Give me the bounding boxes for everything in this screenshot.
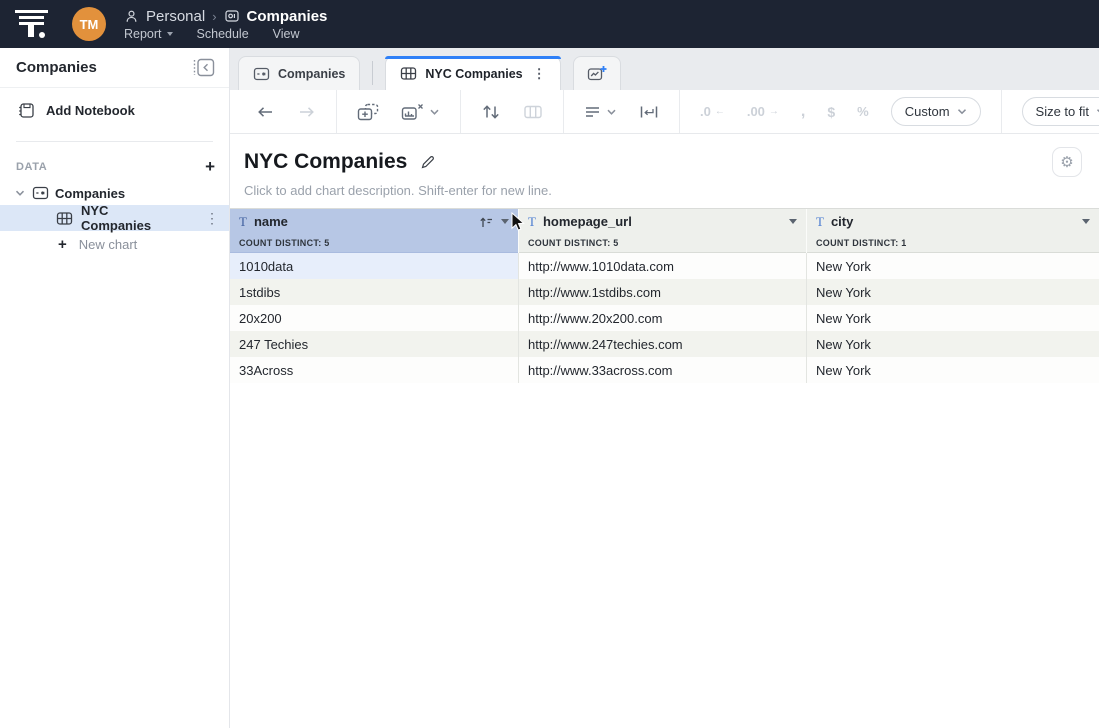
sidebar-title: Companies <box>16 59 97 76</box>
tab-nyc-companies[interactable]: NYC Companies ⋮ <box>385 56 560 90</box>
table-cell[interactable]: 20x200 <box>230 305 519 331</box>
chevron-down-icon <box>429 108 440 116</box>
table-row: 33Across http://www.33across.com New Yor… <box>230 357 1099 383</box>
table-icon <box>400 66 417 81</box>
add-chart-icon <box>587 65 607 83</box>
duplicate-step-button[interactable] <box>357 103 379 121</box>
text-type-icon: T <box>239 214 247 230</box>
increase-decimal-button[interactable]: .00→ <box>747 105 779 118</box>
table-cell[interactable]: 1stdibs <box>230 279 519 305</box>
new-chart-button[interactable]: + New chart <box>0 231 229 257</box>
remove-chart-button[interactable] <box>401 103 440 121</box>
tab-companies[interactable]: Companies <box>238 56 360 90</box>
table-row: 1stdibs http://www.1stdibs.com New York <box>230 279 1099 305</box>
undo-button[interactable] <box>256 104 275 120</box>
menu-view[interactable]: View <box>273 27 300 41</box>
edit-pencil-icon[interactable] <box>420 154 436 170</box>
currency-format-button[interactable]: $ <box>827 105 835 119</box>
data-section-label: DATA <box>16 161 47 173</box>
sidebar-item-companies[interactable]: Companies <box>0 181 229 205</box>
toolbar: .0← .00→ , $ % Custom <box>230 90 1099 134</box>
sidebar: Companies Add Notebo <box>0 48 230 728</box>
column-header-name[interactable]: T name <box>230 209 519 253</box>
chevron-down-icon <box>167 32 173 36</box>
sort-button[interactable] <box>481 103 501 121</box>
chart-canvas: ⚙ NYC Companies Click to add chart descr… <box>230 134 1099 728</box>
table-row: 20x200 http://www.20x200.com New York <box>230 305 1099 331</box>
size-to-fit-dropdown[interactable]: Size to fit <box>1022 97 1099 126</box>
tab-bar: Companies NYC Companies ⋮ <box>230 48 1099 90</box>
add-notebook-button[interactable]: Add Notebook <box>0 88 229 131</box>
table-cell[interactable]: New York <box>807 305 1099 331</box>
percent-format-button[interactable]: % <box>857 105 869 118</box>
plus-icon: + <box>58 236 67 253</box>
column-header-city[interactable]: T city COUNT DISTINCT: 1 <box>807 209 1099 253</box>
tab-menu-icon[interactable]: ⋮ <box>531 66 546 82</box>
menu-schedule[interactable]: Schedule <box>197 27 249 41</box>
table-cell[interactable]: 1010data <box>230 253 519 279</box>
table-cell[interactable]: New York <box>807 357 1099 383</box>
topbar-menu: Report Schedule View <box>124 27 327 41</box>
avatar[interactable]: TM <box>72 7 106 41</box>
add-chart-tab[interactable] <box>573 56 621 90</box>
column-summary: COUNT DISTINCT: 1 <box>807 234 1099 253</box>
trevor-logo-icon[interactable] <box>14 9 50 39</box>
sort-ascending-icon[interactable] <box>479 216 494 228</box>
wrap-text-button[interactable] <box>639 104 659 120</box>
chevron-down-icon <box>957 108 967 115</box>
app-window: TM Personal › Companies R <box>0 0 1099 728</box>
table-cell[interactable]: New York <box>807 279 1099 305</box>
person-icon <box>124 9 139 24</box>
column-menu-caret-icon[interactable] <box>1082 219 1090 224</box>
column-summary: COUNT DISTINCT: 5 <box>519 234 806 253</box>
report-icon <box>253 66 270 82</box>
table-cell[interactable]: 247 Techies <box>230 331 519 357</box>
table-row: 1010data http://www.1010data.com New Yor… <box>230 253 1099 279</box>
custom-format-dropdown[interactable]: Custom <box>891 97 981 126</box>
table-header-row: T name <box>230 209 1099 253</box>
column-menu-caret-icon[interactable] <box>789 219 797 224</box>
menu-report[interactable]: Report <box>124 27 173 41</box>
collapse-sidebar-button[interactable] <box>191 56 217 79</box>
table-cell[interactable]: New York <box>807 331 1099 357</box>
notebook-icon <box>18 102 35 119</box>
table-cell[interactable]: http://www.1stdibs.com <box>519 279 807 305</box>
chevron-down-icon <box>606 108 617 116</box>
settings-button[interactable]: ⚙ <box>1052 147 1082 177</box>
table-cell[interactable]: http://www.20x200.com <box>519 305 807 331</box>
page-title[interactable]: NYC Companies <box>244 150 407 174</box>
table-row: 247 Techies http://www.247techies.com Ne… <box>230 331 1099 357</box>
text-type-icon: T <box>816 214 824 230</box>
tab-separator <box>372 61 373 85</box>
column-summary: COUNT DISTINCT: 5 <box>230 234 518 253</box>
datasource-icon <box>224 8 240 24</box>
add-data-button[interactable]: + <box>205 158 215 175</box>
breadcrumb: Personal › Companies <box>124 8 327 25</box>
breadcrumb-project[interactable]: Companies <box>247 8 328 25</box>
column-menu-caret-icon[interactable] <box>501 219 509 224</box>
table-icon <box>56 211 73 226</box>
align-button[interactable] <box>584 105 617 119</box>
kebab-menu-icon[interactable]: ⋮ <box>195 210 229 227</box>
table-cell[interactable]: http://www.247techies.com <box>519 331 807 357</box>
breadcrumb-workspace[interactable]: Personal <box>146 8 205 25</box>
column-header-homepage-url[interactable]: T homepage_url COUNT DISTINCT: 5 <box>519 209 807 253</box>
chart-description-placeholder[interactable]: Click to add chart description. Shift-en… <box>230 174 1099 198</box>
data-table: T name <box>230 208 1099 383</box>
table-cell[interactable]: http://www.1010data.com <box>519 253 807 279</box>
table-cell[interactable]: New York <box>807 253 1099 279</box>
text-type-icon: T <box>528 214 536 230</box>
topbar: TM Personal › Companies R <box>0 0 1099 48</box>
table-cell[interactable]: 33Across <box>230 357 519 383</box>
gear-icon: ⚙ <box>1060 153 1073 171</box>
report-icon <box>32 185 49 201</box>
decrease-decimal-button[interactable]: .0← <box>700 105 725 118</box>
columns-button[interactable] <box>523 104 543 120</box>
redo-button[interactable] <box>297 104 316 120</box>
thousands-separator-button[interactable]: , <box>801 104 805 120</box>
sidebar-item-nyc-companies[interactable]: NYC Companies ⋮ <box>0 205 229 231</box>
breadcrumb-separator: › <box>212 9 216 24</box>
chevron-down-icon[interactable] <box>14 187 26 199</box>
table-cell[interactable]: http://www.33across.com <box>519 357 807 383</box>
